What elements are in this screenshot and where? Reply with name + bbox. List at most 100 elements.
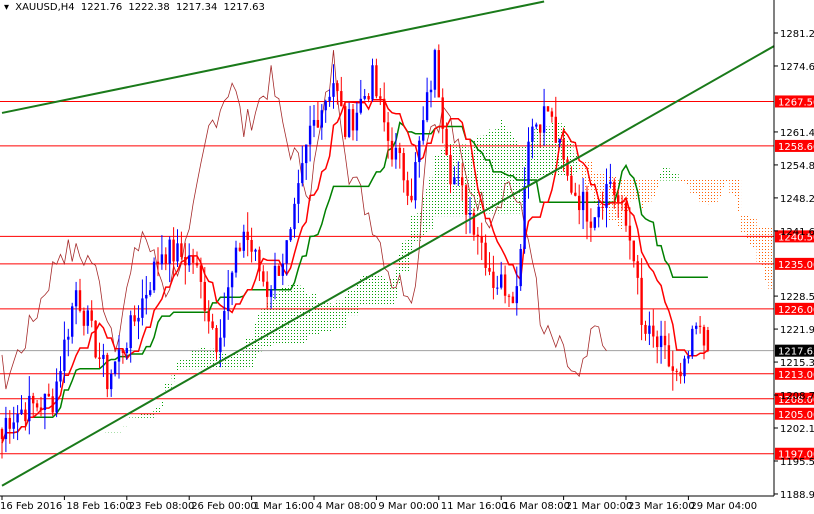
candle-body — [230, 272, 234, 288]
candle-body — [215, 327, 218, 353]
candle-body — [141, 298, 144, 318]
candle-body — [273, 265, 277, 290]
cloud-segment — [682, 179, 687, 184]
cloud-segment — [179, 358, 184, 370]
candle-body — [390, 140, 394, 160]
candle-body — [121, 349, 125, 354]
cloud-segment — [370, 275, 375, 306]
candle-body — [554, 116, 557, 143]
candle-body — [484, 242, 487, 268]
collapse-triangle-icon[interactable]: ▾ — [4, 2, 9, 13]
candle-body — [67, 336, 70, 340]
candle-body — [47, 393, 50, 397]
cloud-segment — [237, 352, 242, 370]
candle-body — [371, 65, 374, 100]
candle-body — [663, 335, 667, 346]
candle-body — [429, 89, 433, 93]
candle-body — [305, 144, 308, 164]
candle-body — [617, 195, 620, 203]
cloud-segment — [159, 401, 164, 408]
cloud-segment — [432, 155, 437, 217]
cloud-segment — [678, 179, 683, 182]
chart-window[interactable]: 1267.501258.601240.501235.001226.001213.… — [0, 0, 814, 514]
candle-body — [695, 325, 698, 329]
candle-body — [593, 217, 596, 228]
candle-body — [316, 119, 320, 128]
candle-body — [605, 183, 608, 209]
open-value: 1221.76 — [80, 2, 123, 13]
high-value: 1222.38 — [128, 2, 170, 13]
cloud-segment — [663, 166, 667, 181]
cloud-segment — [152, 411, 157, 418]
candle-body — [351, 109, 355, 131]
time-tick-label: 21 Mar 00:00 — [566, 501, 633, 512]
cloud-segment — [117, 431, 121, 433]
candle-body — [262, 271, 265, 282]
cloud-segment — [128, 417, 133, 418]
cloud-segment — [573, 153, 578, 173]
cloud-segment — [440, 149, 445, 217]
cloud-segment — [581, 164, 586, 178]
candle-body — [137, 317, 140, 322]
cloud-segment — [378, 275, 383, 306]
candle-body — [640, 277, 643, 325]
candle-body — [453, 177, 456, 185]
candle-body — [613, 181, 616, 196]
cloud-segment — [690, 179, 695, 195]
candle-body — [149, 290, 152, 295]
candle-body — [667, 345, 671, 367]
level-label: 1205.00 — [778, 410, 814, 421]
cloud-segment — [312, 292, 316, 335]
candle-body — [496, 287, 499, 289]
cloud-segment — [752, 218, 757, 248]
candle-body — [492, 271, 495, 288]
cloud-segment — [366, 274, 371, 306]
candle-body — [184, 256, 187, 266]
price-tick-label: 1281.20 — [780, 29, 814, 40]
low-value: 1217.34 — [175, 2, 218, 13]
candle-body — [515, 286, 518, 304]
cloud-segment — [163, 382, 168, 391]
candle-body — [441, 97, 444, 129]
cloud-segment — [280, 287, 285, 344]
candle-body — [632, 240, 635, 262]
time-tick-label: 16 Mar 08:00 — [503, 501, 570, 512]
cloud-segment — [764, 226, 769, 282]
level-label: 1213.00 — [778, 370, 814, 381]
candle-body — [578, 195, 581, 211]
candle-body — [683, 358, 686, 377]
cloud-segment — [374, 275, 379, 306]
candle-body — [168, 239, 171, 264]
cloud-segment — [725, 179, 730, 183]
time-tick-label: 16 Feb 2016 — [0, 501, 62, 512]
candle-body — [511, 296, 515, 304]
time-tick-label: 23 Feb 08:00 — [129, 501, 195, 512]
candle-body — [628, 225, 632, 241]
candle-body — [12, 422, 15, 429]
candle-body — [191, 255, 195, 263]
cloud-segment — [351, 289, 355, 316]
candle-body — [312, 119, 316, 126]
symbol-label: XAUUSD,H4 — [15, 2, 75, 13]
cloud-segment — [124, 426, 129, 428]
candle-body — [488, 267, 491, 272]
level-label: 1226.00 — [778, 305, 814, 316]
price-chart[interactable]: 1267.501258.601240.501235.001226.001213.… — [0, 0, 814, 514]
cloud-segment — [187, 358, 192, 370]
time-tick-label: 26 Feb 00:00 — [191, 501, 257, 512]
candle-body — [59, 371, 62, 382]
cloud-segment — [737, 179, 742, 211]
candle-body — [406, 180, 409, 196]
cloud-segment — [101, 443, 106, 444]
candle-body — [98, 357, 101, 359]
price-tick-label: 1254.80 — [780, 161, 814, 172]
cloud-segment — [195, 349, 199, 370]
candle-body — [535, 124, 538, 127]
candle-body — [223, 311, 226, 338]
candle-body — [43, 393, 47, 410]
candle-body — [289, 229, 292, 241]
candle-body — [234, 247, 238, 273]
cloud-segment — [643, 179, 648, 203]
candle-body — [94, 320, 97, 358]
candle-body — [266, 281, 269, 297]
